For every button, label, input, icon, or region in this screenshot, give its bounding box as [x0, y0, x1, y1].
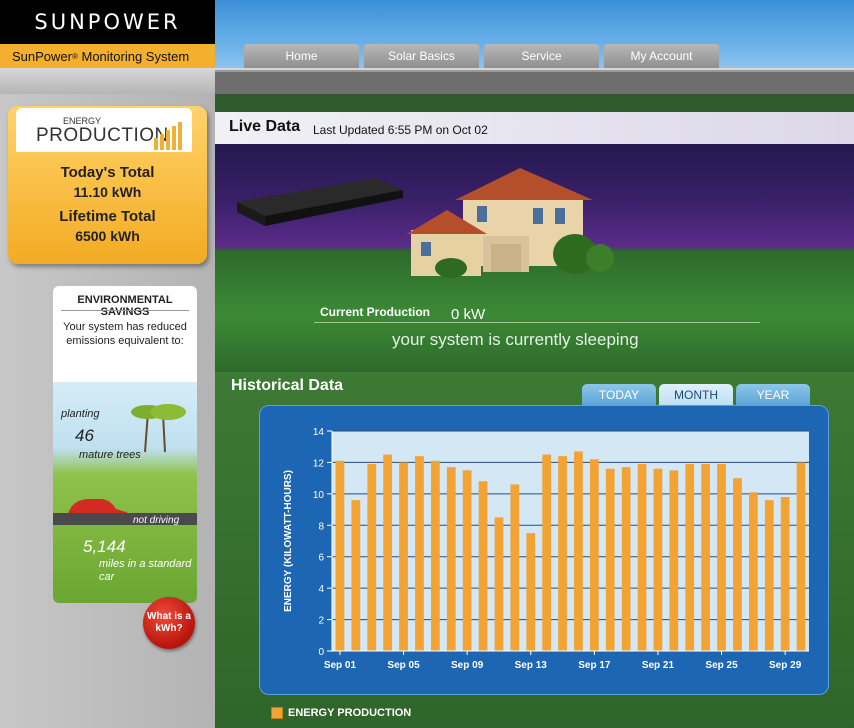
bar — [748, 492, 758, 651]
tab-year[interactable]: YEAR — [736, 384, 810, 406]
subtitle-rest: Monitoring System — [77, 48, 190, 64]
y-tick-label: 14 — [313, 427, 325, 438]
tree-icon — [131, 404, 186, 453]
app-subtitle: SunPower ® Monitoring System — [0, 44, 215, 68]
bar — [367, 464, 377, 651]
bar — [574, 451, 583, 651]
y-tick-label: 12 — [313, 458, 325, 469]
not-driving-label: not driving — [133, 515, 180, 526]
live-data-title: Live Data — [229, 118, 301, 135]
current-production-value: 0 kW — [451, 306, 486, 323]
bar — [796, 462, 806, 651]
live-data-bar: Live Data Last Updated 6:55 PM on Oct 02 — [215, 112, 854, 144]
bar — [637, 464, 647, 651]
x-tick-label: Sep 01 — [324, 660, 357, 671]
x-tick-label: Sep 05 — [387, 660, 420, 671]
environmental-savings-card: ENVIRONMENTAL SAVINGS Your system has re… — [53, 286, 197, 603]
tab-month[interactable]: MONTH — [659, 384, 733, 406]
production-title: PRODUCTION — [36, 125, 169, 146]
nav-service[interactable]: Service — [484, 44, 599, 68]
production-bars-icon — [154, 122, 182, 150]
y-tick-label: 0 — [318, 647, 324, 658]
lifetime-total-value: 6500 kWh — [75, 228, 140, 244]
historical-data-title: Historical Data — [231, 377, 344, 394]
trees-count: 46 — [75, 426, 94, 445]
trees-label: mature trees — [79, 449, 141, 461]
sidebar: ENERGY PRODUCTION Today's Total 11.10 kW… — [0, 94, 215, 728]
bar — [653, 468, 663, 651]
planting-label: planting — [61, 408, 100, 420]
bar — [733, 478, 742, 651]
chart-legend: ENERGY PRODUCTION — [271, 707, 411, 719]
legend-swatch — [271, 707, 283, 719]
bar — [399, 462, 408, 651]
solar-panel-icon — [237, 178, 403, 226]
miles-label: miles in a standard car — [99, 558, 192, 583]
bar — [415, 456, 424, 651]
bar — [335, 460, 345, 651]
bar — [542, 454, 552, 651]
bar — [462, 470, 472, 651]
tab-today[interactable]: TODAY — [582, 384, 656, 406]
production-header: ENERGY PRODUCTION — [16, 108, 192, 152]
system-status: your system is currently sleeping — [392, 330, 639, 349]
header-band-dark — [215, 70, 854, 94]
what-is-kwh-button[interactable]: What is a kWh? — [143, 597, 195, 649]
bar — [430, 460, 440, 651]
x-tick-label: Sep 25 — [705, 660, 738, 671]
y-tick-label: 2 — [318, 616, 324, 627]
x-tick-label: Sep 13 — [515, 660, 548, 671]
bar — [780, 497, 790, 651]
bar — [446, 467, 456, 651]
sunpower-logo[interactable]: SUNPOWER — [0, 0, 215, 44]
x-tick-label: Sep 21 — [642, 660, 675, 671]
y-tick-label: 6 — [318, 553, 324, 564]
x-tick-label: Sep 17 — [578, 660, 611, 671]
env-description: Your system has reduced emissions equiva… — [63, 321, 187, 347]
bar — [351, 500, 361, 651]
y-axis-label: ENERGY (KILOWATT-HOURS) — [283, 470, 294, 612]
bar — [589, 459, 599, 651]
app-root: SUNPOWER SunPower ® Monitoring System Hom… — [0, 0, 854, 728]
house-icon — [407, 168, 614, 278]
today-total-label: Today's Total — [60, 164, 155, 181]
y-tick-label: 4 — [318, 584, 324, 595]
bar — [701, 464, 711, 651]
chart-panel: 0 2 4 6 8 10 12 14 Sep 01 Sep 05 Sep 09 Sep 13 Sep 1… — [259, 405, 829, 695]
bar — [383, 454, 393, 651]
energy-chart: 0 2 4 6 8 10 12 14 Sep 01 Sep 05 Sep 09 Sep 13 Sep 1… — [283, 427, 809, 671]
x-tick-label: Sep 29 — [769, 660, 802, 671]
y-tick-label: 8 — [318, 521, 324, 532]
legend-label: ENERGY PRODUCTION — [288, 707, 412, 719]
miles-count: 5,144 — [83, 537, 126, 556]
nav-solar-basics[interactable]: Solar Basics — [364, 44, 479, 68]
current-production-divider — [314, 322, 760, 323]
x-tick-label: Sep 09 — [451, 660, 484, 671]
main-nav: Home Solar Basics Service My Account — [244, 44, 719, 68]
bar — [764, 500, 774, 651]
nav-my-account[interactable]: My Account — [604, 44, 719, 68]
env-scene: planting 46 mature trees not driving 5,1… — [53, 382, 197, 603]
bar — [605, 468, 615, 651]
bar — [526, 533, 536, 651]
bar — [621, 467, 631, 651]
bar — [510, 484, 520, 651]
nav-home[interactable]: Home — [244, 44, 359, 68]
energy-production-card: ENERGY PRODUCTION Today's Total 11.10 kW… — [8, 106, 207, 264]
subtitle-brand: SunPower — [12, 48, 72, 64]
bar — [685, 464, 695, 651]
today-total-value: 11.10 kWh — [73, 184, 142, 200]
bar — [717, 464, 726, 651]
current-production-label: Current Production — [320, 305, 430, 319]
lifetime-total-label: Lifetime Total — [59, 208, 156, 225]
last-updated: Last Updated 6:55 PM on Oct 02 — [313, 123, 488, 137]
env-divider — [61, 310, 189, 311]
bar — [558, 456, 567, 651]
y-tick-label: 10 — [313, 490, 325, 501]
bar — [669, 470, 679, 651]
bar — [478, 481, 488, 651]
bar — [494, 517, 504, 651]
env-title: ENVIRONMENTAL SAVINGS — [77, 294, 173, 318]
